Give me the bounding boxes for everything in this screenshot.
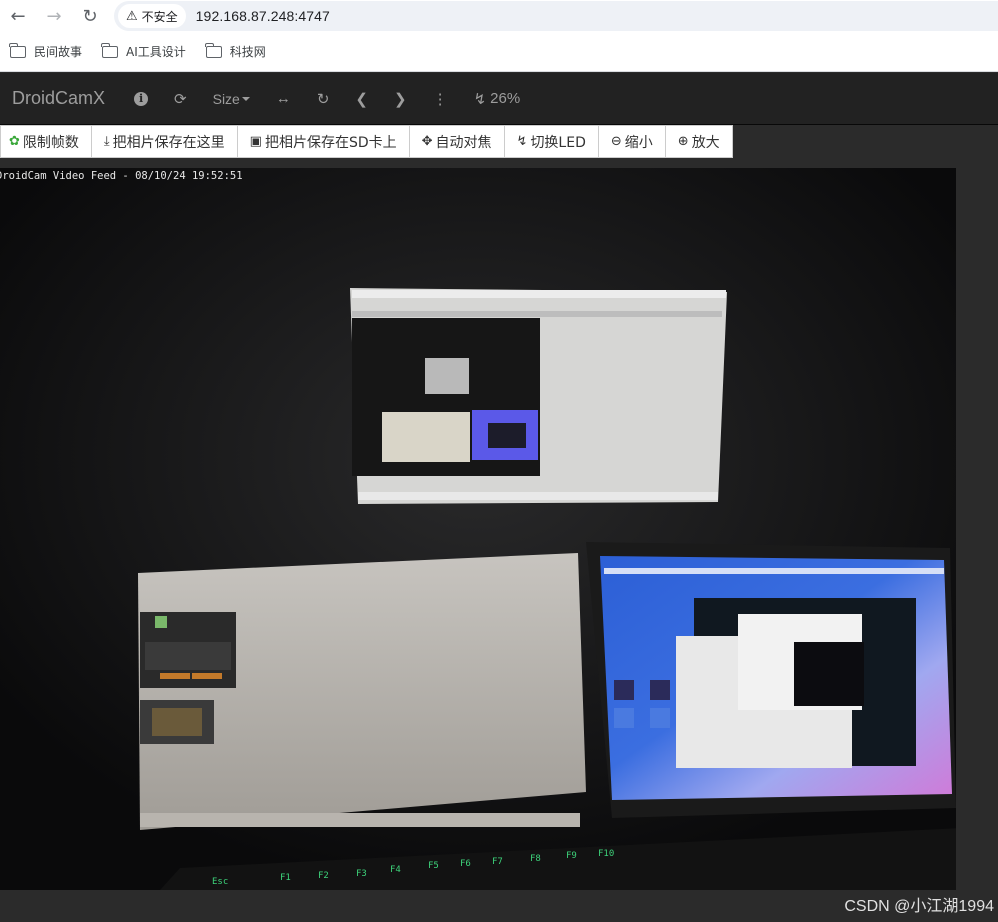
bookmarks-bar: 民间故事 AI工具设计 科技网 (0, 32, 998, 72)
warning-icon: ⚠ (126, 8, 138, 24)
svg-text:F8: F8 (530, 854, 541, 864)
floppy-disk-icon: ▣ (249, 134, 262, 149)
svg-text:F6: F6 (460, 859, 471, 869)
bookmark-folder[interactable]: 科技网 (196, 38, 276, 66)
security-chip[interactable]: ⚠ 不安全 (118, 4, 186, 28)
rotate-button[interactable]: ⟳ (161, 73, 200, 125)
browser-toolbar: ← → ↻ ⚠ 不安全 192.168.87.248:4747 (0, 0, 998, 32)
svg-text:F10: F10 (598, 849, 614, 859)
video-feed[interactable]: DroidCam Video Feed - 08/10/24 19:52:51 (0, 168, 956, 890)
button-label: 放大 (691, 134, 720, 151)
url-text[interactable]: 192.168.87.248:4747 (196, 8, 330, 24)
button-label: 切换LED (530, 134, 586, 151)
save-photo-sd-button[interactable]: ▣ 把相片保存在SD卡上 (237, 125, 410, 158)
reload-icon: ↻ (82, 5, 98, 27)
size-dropdown[interactable]: Size (200, 73, 263, 125)
svg-text:F1: F1 (280, 873, 291, 883)
bookmark-folder[interactable]: AI工具设计 (92, 38, 196, 66)
zoom-out-button[interactable]: ⊖ 缩小 (598, 125, 666, 158)
toggle-led-button[interactable]: ↯ 切换LED (504, 125, 599, 158)
button-label: 缩小 (624, 134, 653, 151)
button-label: 自动对焦 (435, 134, 492, 151)
app-navbar: DroidCamX i ⟳ Size ↔ ↻ ❮ ❯ ⋮ ↯ 26% (0, 73, 998, 125)
prev-button[interactable]: ❮ (342, 73, 381, 125)
stretch-button[interactable]: ↔ (263, 73, 304, 125)
security-label: 不安全 (141, 9, 178, 24)
zoom-in-button[interactable]: ⊕ 放大 (665, 125, 733, 158)
bookmark-label: AI工具设计 (126, 45, 186, 59)
autofocus-button[interactable]: ✥ 自动对焦 (409, 125, 505, 158)
bookmark-folder[interactable]: 民间故事 (0, 38, 92, 66)
crosshair-icon: ✥ (421, 134, 433, 149)
folder-icon (9, 42, 26, 58)
battery-indicator: ↯ 26% (461, 73, 534, 125)
chevron-left-icon: ❮ (355, 90, 368, 108)
svg-text:F4: F4 (390, 865, 401, 875)
svg-text:F7: F7 (492, 857, 503, 867)
watermark: CSDN @小江湖1994 (844, 898, 994, 915)
svg-text:Esc: Esc (212, 877, 228, 887)
info-icon: i (134, 91, 149, 106)
bookmark-label: 科技网 (229, 45, 266, 59)
info-button[interactable]: i (121, 73, 161, 125)
reload-button[interactable]: ↻ (72, 0, 108, 32)
button-label: 把相片保存在这里 (112, 134, 225, 151)
resize-horizontal-icon: ↔ (275, 90, 291, 107)
folder-icon (101, 42, 119, 58)
size-label: Size (212, 90, 240, 107)
camera-image: Esc F1 F2 F3 F4 F5 F6 F7 F8 F9 F10 (0, 168, 956, 890)
forward-button[interactable]: → (36, 0, 72, 32)
arrow-left-icon: ← (10, 5, 26, 27)
feed-caption: DroidCam Video Feed - 08/10/24 19:52:51 (0, 170, 243, 182)
reload-feed-button[interactable]: ↻ (304, 73, 343, 125)
battery-label: 26% (490, 90, 521, 107)
chevron-right-icon: ❯ (394, 90, 407, 108)
refresh-icon: ⟳ (174, 90, 187, 108)
svg-text:F2: F2 (318, 871, 329, 881)
leaf-icon: ✿ (9, 134, 20, 149)
button-label: 限制帧数 (22, 134, 79, 151)
svg-text:F3: F3 (356, 869, 367, 879)
camera-controls: ✿ 限制帧数 ⤓ 把相片保存在这里 ▣ 把相片保存在SD卡上 ✥ 自动对焦 ↯ 切换LED… (0, 125, 733, 158)
repeat-icon: ↻ (316, 90, 330, 108)
brand-title[interactable]: DroidCamX (12, 88, 105, 109)
limit-fps-button[interactable]: ✿ 限制帧数 (0, 125, 92, 158)
button-label: 把相片保存在SD卡上 (264, 134, 397, 151)
more-vertical-icon: ⋮ (432, 90, 448, 108)
svg-text:F9: F9 (566, 851, 577, 861)
zoom-out-icon: ⊖ (610, 134, 622, 149)
next-button[interactable]: ❯ (381, 73, 420, 125)
address-bar[interactable]: ⚠ 不安全 192.168.87.248:4747 (114, 1, 998, 31)
folder-icon (205, 42, 222, 58)
bolt-icon: ↯ (516, 134, 528, 149)
svg-text:F5: F5 (428, 861, 439, 871)
download-icon: ⤓ (103, 134, 110, 149)
more-button[interactable]: ⋮ (420, 73, 461, 125)
save-photo-here-button[interactable]: ⤓ 把相片保存在这里 (91, 125, 238, 158)
zoom-in-icon: ⊕ (677, 134, 689, 149)
bolt-icon: ↯ (473, 90, 487, 108)
arrow-right-icon: → (46, 5, 62, 27)
caret-down-icon (241, 96, 250, 101)
bookmark-label: 民间故事 (34, 45, 83, 59)
back-button[interactable]: ← (0, 0, 36, 32)
